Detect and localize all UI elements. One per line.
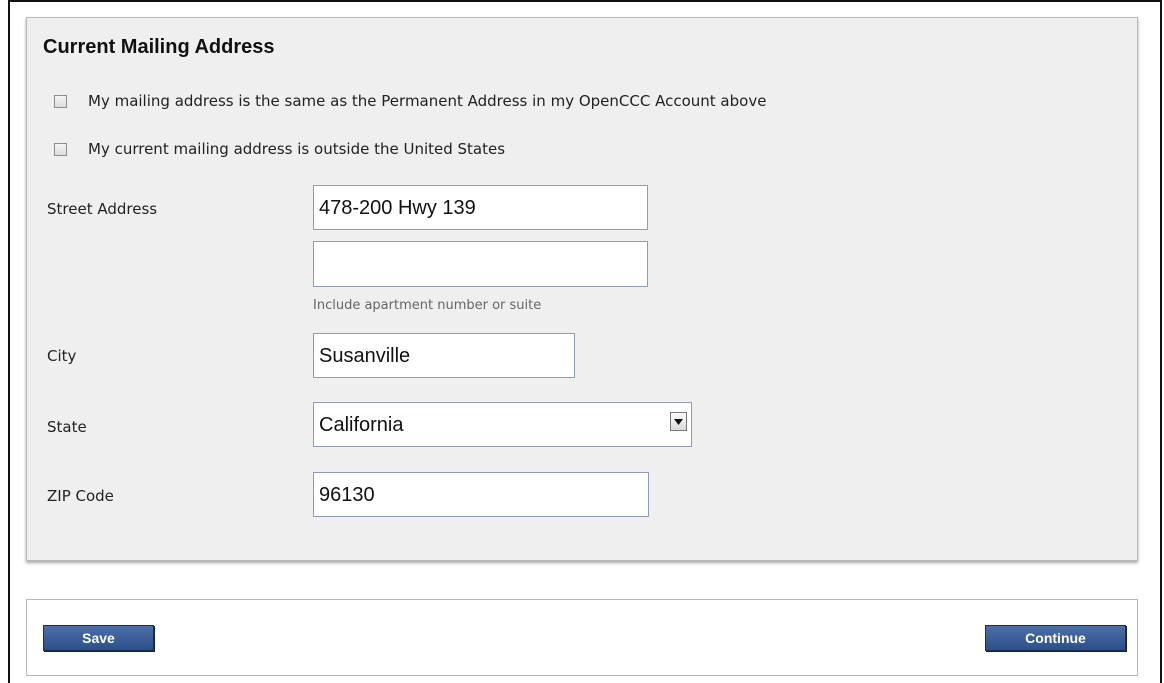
mailing-address-panel: Current Mailing Address My mailing addre… (26, 17, 1138, 561)
continue-button[interactable]: Continue (985, 625, 1126, 651)
outside-us-label: My current mailing address is outside th… (88, 140, 506, 158)
state-label: State (47, 418, 87, 436)
state-select[interactable]: California (313, 402, 692, 447)
zip-code-label: ZIP Code (47, 487, 114, 505)
same-as-permanent-row[interactable]: My mailing address is the same as the Pe… (54, 92, 766, 110)
zip-code-input[interactable]: 96130 (313, 472, 649, 517)
chevron-down-icon[interactable] (670, 412, 687, 431)
city-input[interactable]: Susanville (313, 333, 575, 378)
same-as-permanent-checkbox[interactable] (54, 94, 67, 108)
same-as-permanent-label: My mailing address is the same as the Pe… (88, 92, 767, 110)
street-address-line1-input[interactable]: 478-200 Hwy 139 (313, 185, 648, 230)
outside-us-row[interactable]: My current mailing address is outside th… (54, 140, 505, 158)
state-select-value: California (319, 413, 404, 436)
action-footer: Save Continue (26, 599, 1138, 676)
street-address-line2-input[interactable] (313, 241, 648, 287)
street-address-hint: Include apartment number or suite (313, 298, 542, 313)
section-title: Current Mailing Address (43, 36, 275, 58)
city-label: City (47, 347, 77, 365)
street-address-label: Street Address (47, 200, 158, 218)
save-button[interactable]: Save (43, 625, 154, 651)
outside-us-checkbox[interactable] (54, 142, 67, 156)
